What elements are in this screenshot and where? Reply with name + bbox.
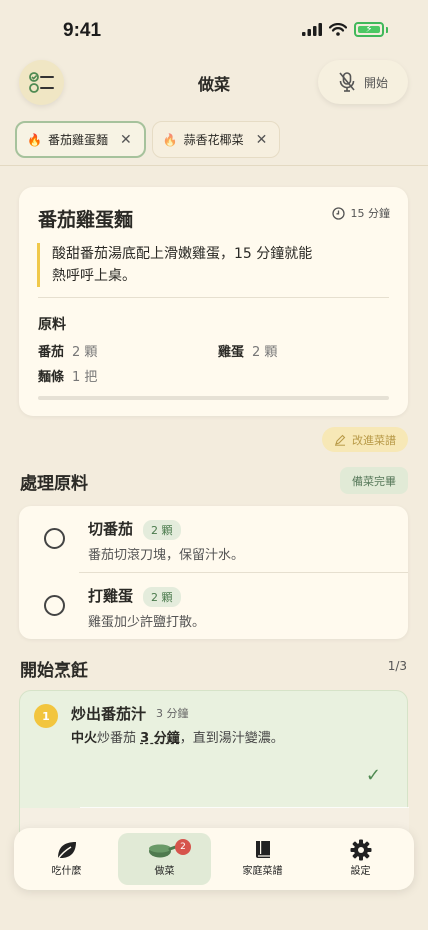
flame-icon: 🔥 [162, 132, 178, 147]
nav-item-what-to-eat[interactable]: 吃什麼 [20, 833, 113, 885]
ingredients-title: 原料 [38, 317, 66, 333]
recipe-name: 番茄雞蛋麵 [38, 209, 134, 231]
wifi-icon [329, 23, 347, 36]
ingredient-name: 麵條 [38, 370, 65, 385]
heat-level: 中火 [71, 731, 98, 746]
ingredient-qty: 1 把 [72, 370, 98, 385]
step-duration: 3 分鐘 [156, 707, 189, 720]
nav-label: 設定 [350, 866, 371, 877]
nav-item-settings[interactable]: 設定 [314, 833, 407, 885]
mic-off-icon [339, 72, 355, 92]
close-icon[interactable]: ✕ [256, 132, 268, 148]
ingredient-name: 番茄 [38, 345, 65, 360]
prep-item-name: 打雞蛋 [88, 587, 134, 605]
quantity-badge: 2 顆 [143, 587, 181, 607]
tab-recipe-2[interactable]: 🔥 蒜香花椰菜 ✕ [151, 121, 281, 158]
scroll-track [38, 396, 389, 400]
improve-recipe-button[interactable]: 改進菜譜 [322, 427, 408, 452]
prep-section-title: 處理原料 [20, 474, 88, 494]
bottom-nav: 吃什麼 2 做菜 家庭菜譜 設定 [14, 828, 414, 890]
prep-item-name: 切番茄 [88, 520, 134, 538]
signal-icon [302, 23, 322, 36]
description-line: 熱呼呼上桌。 [52, 268, 136, 284]
battery-icon: ⚡ [354, 22, 384, 37]
prep-item-note: 番茄切滾刀塊，保留汁水。 [88, 548, 245, 563]
prep-item-note: 雞蛋加少許鹽打散。 [88, 615, 206, 630]
flame-icon: 🔥 [27, 132, 42, 147]
nav-label: 家庭菜譜 [242, 866, 283, 877]
divider [38, 297, 389, 298]
prep-list: 切番茄 2 顆 番茄切滾刀塊，保留汁水。 打雞蛋 2 顆 雞蛋加少許鹽打散。 [19, 506, 408, 639]
step-timer[interactable]: 3 分鐘 [140, 731, 180, 746]
nav-item-family-recipes[interactable]: 家庭菜譜 [216, 833, 309, 885]
recipe-tabs: 🔥 番茄雞蛋麵 ✕ 🔥 蒜香花椰菜 ✕ [15, 121, 281, 158]
start-label: 開始 [363, 75, 388, 90]
edit-icon [335, 434, 346, 446]
leaf-icon [56, 842, 76, 860]
nav-label: 吃什麼 [51, 866, 82, 877]
checkbox[interactable] [44, 528, 65, 549]
notification-badge: 2 [175, 839, 191, 855]
ingredient-item: 麵條 1 把 [38, 366, 97, 385]
recipe-time-value: 15 分鐘 [350, 207, 391, 220]
status-bar: 9:41 ⚡ [0, 0, 428, 54]
recipe-time: 15 分鐘 [331, 205, 391, 221]
close-icon[interactable]: ✕ [120, 132, 132, 148]
nav-label: 做菜 [154, 866, 175, 877]
ingredient-item: 番茄 2 顆 [38, 341, 97, 360]
status-icons: ⚡ [302, 22, 388, 37]
recipe-card: 番茄雞蛋麵 15 分鐘 酸甜番茄湯底配上滑嫩雞蛋，15 分鐘就能 熱呼呼上桌。 … [19, 187, 408, 416]
recipe-description: 酸甜番茄湯底配上滑嫩雞蛋，15 分鐘就能 熱呼呼上桌。 [37, 243, 377, 287]
prep-item[interactable]: 打雞蛋 2 顆 雞蛋加少許鹽打散。 [19, 573, 408, 639]
step-number: 1 [34, 704, 58, 728]
ingredient-name: 雞蛋 [218, 345, 245, 360]
clock-icon [331, 206, 345, 220]
step-verb: 炒番茄 [97, 731, 137, 746]
tab-label: 蒜香花椰菜 [183, 133, 244, 147]
book-icon [255, 841, 270, 858]
gear-icon [350, 839, 371, 861]
ingredient-item: 雞蛋 2 顆 [218, 341, 277, 360]
quantity-badge: 2 顆 [143, 520, 181, 540]
step-counter: 1/3 [387, 659, 407, 673]
start-voice-button[interactable]: 開始 [318, 60, 408, 104]
divider [0, 165, 428, 166]
cook-section-title: 開始烹飪 [20, 661, 88, 681]
improve-label: 改進菜譜 [352, 433, 396, 447]
prep-item[interactable]: 切番茄 2 顆 番茄切滾刀塊，保留汁水。 [19, 506, 408, 572]
nav-item-cook[interactable]: 2 做菜 [118, 833, 211, 885]
ingredient-qty: 2 顆 [72, 345, 98, 360]
step-instruction: 中火炒番茄 3 分鐘，直到湯汁變濃。 [71, 727, 284, 746]
step-rest: ，直到湯汁變濃。 [179, 731, 284, 746]
step-title: 炒出番茄汁 [71, 705, 147, 723]
checkbox[interactable] [44, 595, 65, 616]
tab-recipe-1[interactable]: 🔥 番茄雞蛋麵 ✕ [15, 121, 146, 158]
tab-label: 番茄雞蛋麵 [47, 133, 108, 147]
header: 做菜 開始 [0, 56, 428, 112]
check-icon[interactable]: ✓ [366, 765, 381, 786]
ingredient-qty: 2 顆 [252, 345, 278, 360]
prep-done-button[interactable]: 備菜完畢 [340, 467, 408, 494]
status-time: 9:41 [63, 20, 102, 41]
description-line: 酸甜番茄湯底配上滑嫩雞蛋，15 分鐘就能 [52, 246, 313, 262]
